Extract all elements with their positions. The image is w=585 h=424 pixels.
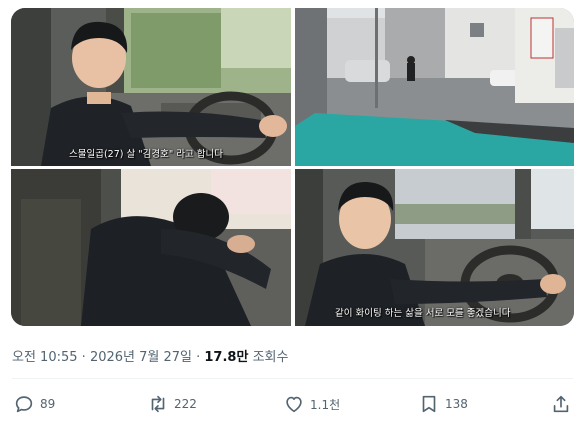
views-count: 17.8만 bbox=[204, 350, 249, 365]
photo-driver-looking-image bbox=[11, 8, 291, 166]
photo-driver-smiling[interactable]: 같이 화이팅 하는 삶을 서로 모를 좋겠습니다 bbox=[295, 169, 574, 326]
meta-separator: · bbox=[191, 350, 205, 365]
views-label: 조회수 bbox=[248, 350, 289, 365]
photo-driver-resting[interactable] bbox=[11, 169, 291, 326]
media-grid: 스물일곱(27) 살 "김경호" 라고 합니다 같이 화이팅 하는 삶을 서로 … bbox=[11, 8, 574, 326]
photo-driver-smiling-image bbox=[295, 169, 574, 326]
bookmark-icon bbox=[422, 395, 436, 413]
tweet-time[interactable]: 오전 10:55 bbox=[12, 350, 78, 365]
bookmark-count: 138 bbox=[445, 397, 468, 411]
meta-separator: · bbox=[77, 350, 90, 365]
retweet-count: 222 bbox=[174, 397, 197, 411]
reply-icon bbox=[15, 396, 33, 413]
heart-icon bbox=[286, 396, 302, 413]
video-caption: 스물일곱(27) 살 "김경호" 라고 합니다 bbox=[69, 149, 223, 160]
like-count: 1.1천 bbox=[310, 397, 341, 412]
tweet-actions: 89 222 1.1천 138 bbox=[0, 386, 585, 424]
tweet-date[interactable]: 2026년 7월 27일 bbox=[90, 350, 192, 365]
tweet-meta: 오전 10:55 · 2026년 7월 27일 · 17.8만 조회수 bbox=[12, 346, 288, 365]
divider bbox=[12, 378, 573, 379]
photo-driver-looking[interactable]: 스물일곱(27) 살 "김경호" 라고 합니다 bbox=[11, 8, 291, 166]
photo-street-scene[interactable] bbox=[295, 8, 574, 166]
reply-count: 89 bbox=[40, 397, 56, 411]
video-caption: 같이 화이팅 하는 삶을 서로 모를 좋겠습니다 bbox=[335, 308, 511, 319]
bookmark-button[interactable]: 138 bbox=[418, 392, 468, 416]
share-icon bbox=[553, 395, 569, 413]
share-button[interactable] bbox=[550, 392, 577, 416]
reply-button[interactable]: 89 bbox=[13, 392, 55, 416]
retweet-icon bbox=[151, 395, 165, 413]
photo-street-scene-image bbox=[295, 8, 574, 166]
retweet-button[interactable]: 222 bbox=[147, 392, 197, 416]
photo-driver-resting-image bbox=[11, 169, 291, 326]
like-button[interactable]: 1.1천 bbox=[283, 392, 340, 416]
